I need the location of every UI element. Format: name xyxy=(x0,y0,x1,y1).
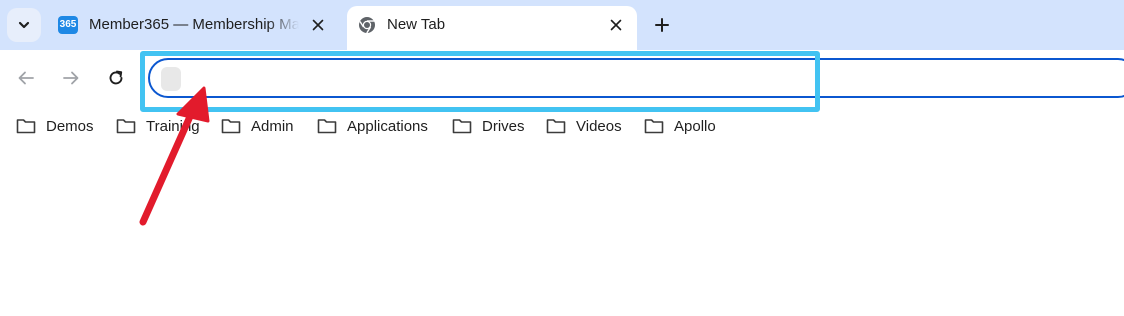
bookmark-label: Videos xyxy=(576,117,622,135)
close-icon xyxy=(312,19,324,31)
tab-close-button[interactable] xyxy=(308,15,328,35)
folder-icon xyxy=(546,119,566,134)
folder-icon xyxy=(452,119,472,134)
bookmark-label: Apollo xyxy=(674,117,716,135)
folder-icon xyxy=(644,119,664,134)
folder-icon xyxy=(221,119,241,134)
member365-icon: 365 xyxy=(58,16,78,34)
folder-icon xyxy=(116,119,136,134)
close-icon xyxy=(610,19,622,31)
reload-button[interactable] xyxy=(102,64,130,92)
bookmark-label: Training xyxy=(146,117,200,135)
bookmarks-bar: Demos Training Admin Applications Drives… xyxy=(0,112,1124,140)
tab-search-button[interactable] xyxy=(7,8,41,42)
tab-member365[interactable]: 365 Member365 — Membership Ma xyxy=(48,6,342,44)
bookmark-folder-videos[interactable]: Videos xyxy=(546,112,622,140)
chrome-icon xyxy=(359,17,375,34)
bookmark-label: Applications xyxy=(347,117,428,135)
back-button[interactable] xyxy=(12,64,40,92)
bookmark-folder-drives[interactable]: Drives xyxy=(452,112,525,140)
bookmark-folder-demos[interactable]: Demos xyxy=(16,112,94,140)
tab-strip: 365 Member365 — Membership Ma New Tab xyxy=(0,0,1124,50)
site-info-icon[interactable] xyxy=(161,67,181,91)
bookmark-folder-apollo[interactable]: Apollo xyxy=(644,112,716,140)
bookmark-label: Demos xyxy=(46,117,94,135)
bookmark-folder-training[interactable]: Training xyxy=(116,112,200,140)
arrow-right-icon xyxy=(63,71,79,85)
bookmark-folder-applications[interactable]: Applications xyxy=(317,112,428,140)
address-input[interactable] xyxy=(186,68,1090,92)
tab-new-tab[interactable]: New Tab xyxy=(347,6,637,50)
tab-title: Member365 — Membership Ma xyxy=(89,16,299,33)
plus-icon xyxy=(655,18,669,32)
reload-icon xyxy=(109,70,123,85)
tab-close-button[interactable] xyxy=(606,15,626,35)
chevron-down-icon xyxy=(18,21,30,29)
forward-button[interactable] xyxy=(57,64,85,92)
folder-icon xyxy=(16,119,36,134)
arrow-left-icon xyxy=(18,71,34,85)
bookmark-label: Admin xyxy=(251,117,294,135)
folder-icon xyxy=(317,119,337,134)
tab-title: New Tab xyxy=(387,16,446,33)
bookmark-folder-admin[interactable]: Admin xyxy=(221,112,294,140)
address-bar[interactable] xyxy=(148,58,1124,98)
bookmark-label: Drives xyxy=(482,117,525,135)
new-tab-button[interactable] xyxy=(648,11,676,39)
